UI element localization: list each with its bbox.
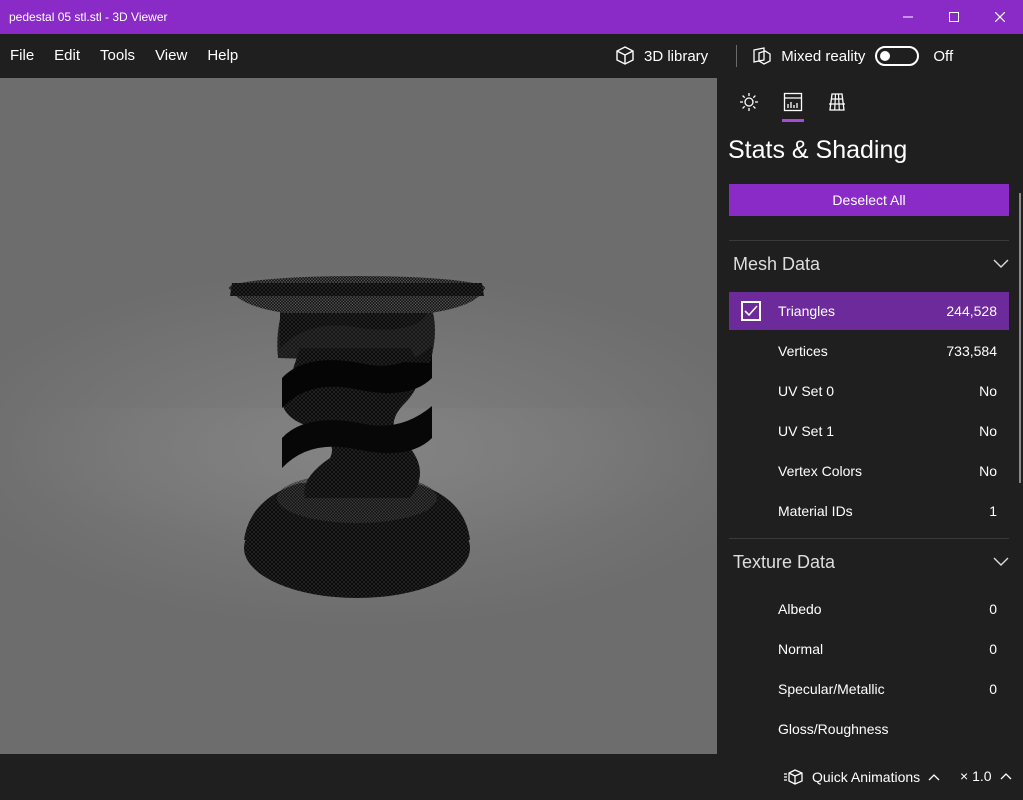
toggle-knob	[880, 51, 891, 61]
row-value: 1	[989, 503, 997, 519]
mixed-reality-toggle[interactable]	[875, 46, 920, 66]
close-icon	[995, 12, 1005, 22]
animation-speed-label: × 1.0	[960, 768, 992, 784]
row-label: Triangles	[778, 303, 836, 319]
3d-viewport[interactable]	[0, 78, 717, 754]
mesh-row-uv-set-1[interactable]: UV Set 1 No	[729, 412, 1009, 450]
menu-tools[interactable]: Tools	[90, 34, 145, 78]
checkbox[interactable]	[741, 301, 761, 321]
mesh-row-triangles[interactable]: Triangles 244,528	[729, 292, 1009, 330]
chevron-down-icon	[993, 259, 1009, 268]
mixed-reality-button[interactable]: Mixed reality	[751, 45, 865, 67]
row-value: 733,584	[946, 343, 997, 359]
row-value: 0	[989, 601, 997, 617]
close-button[interactable]	[977, 0, 1023, 34]
animation-cube-icon	[784, 769, 803, 785]
texture-data-header[interactable]: Texture Data	[733, 547, 1009, 577]
mesh-data-header[interactable]: Mesh Data	[733, 249, 1009, 279]
tab-lighting[interactable]	[727, 88, 771, 124]
pedestal-model	[229, 276, 485, 598]
animation-speed-button[interactable]: × 1.0	[960, 768, 1012, 784]
section-divider	[729, 240, 1009, 241]
mesh-row-material-ids[interactable]: Material IDs 1	[729, 492, 1009, 530]
mesh-row-uv-set-0[interactable]: UV Set 0 No	[729, 372, 1009, 410]
mesh-data-heading: Mesh Data	[733, 253, 821, 274]
menu-file[interactable]: File	[0, 34, 44, 78]
mesh-row-vertex-colors[interactable]: Vertex Colors No	[729, 452, 1009, 490]
maximize-icon	[949, 12, 959, 22]
3d-library-button[interactable]: 3D library	[610, 34, 712, 78]
texture-row-albedo[interactable]: Albedo 0	[729, 590, 1009, 628]
cube-icon	[616, 46, 634, 65]
texture-row-specular-metallic[interactable]: Specular/Metallic 0	[729, 670, 1009, 708]
panel-scrollbar[interactable]	[1019, 193, 1021, 483]
menu-bar: File Edit Tools View Help 3D library Mix…	[0, 34, 1023, 78]
mixed-reality-label: Mixed reality	[781, 47, 866, 65]
sun-icon	[740, 93, 758, 111]
toolbar-separator	[736, 45, 738, 67]
checkmark-icon	[744, 305, 758, 317]
section-divider	[729, 538, 1009, 539]
menu-view[interactable]: View	[145, 34, 197, 78]
deselect-all-button[interactable]: Deselect All	[729, 184, 1009, 216]
row-value: No	[979, 383, 997, 399]
minimize-icon	[903, 16, 913, 18]
row-value: 244,528	[946, 303, 997, 319]
toggle-state-label: Off	[933, 47, 954, 65]
panel-tabs	[727, 88, 859, 124]
row-label: UV Set 0	[778, 383, 835, 399]
tab-grid[interactable]	[815, 88, 859, 124]
menu-edit[interactable]: Edit	[44, 34, 90, 78]
3d-library-label: 3D library	[644, 47, 709, 65]
grid-icon	[829, 93, 845, 111]
title-bar: pedestal 05 stl.stl - 3D Viewer	[0, 0, 1023, 34]
tab-stats[interactable]	[771, 88, 815, 124]
row-label: Vertex Colors	[778, 463, 863, 479]
window-title: pedestal 05 stl.stl - 3D Viewer	[9, 10, 168, 24]
chevron-up-icon	[1000, 773, 1011, 780]
row-value: No	[979, 463, 997, 479]
row-label: Normal	[778, 641, 824, 657]
quick-animations-button[interactable]: Quick Animations	[784, 768, 948, 786]
stats-panel: Stats & Shading Deselect All Mesh Data T…	[717, 78, 1023, 754]
row-label: Albedo	[778, 601, 822, 617]
minimize-button[interactable]	[885, 0, 931, 34]
chevron-up-icon	[928, 774, 940, 781]
texture-row-normal[interactable]: Normal 0	[729, 630, 1009, 668]
mixed-reality-icon	[753, 47, 771, 65]
row-value: No	[979, 423, 997, 439]
panel-title: Stats & Shading	[728, 136, 908, 164]
row-label: UV Set 1	[778, 423, 835, 439]
maximize-button[interactable]	[931, 0, 977, 34]
row-label: Specular/Metallic	[778, 681, 885, 697]
row-label: Vertices	[778, 343, 828, 359]
chevron-down-icon	[993, 557, 1009, 566]
quick-animations-label: Quick Animations	[812, 769, 921, 785]
row-value: 0	[989, 681, 997, 697]
menu-help[interactable]: Help	[197, 34, 248, 78]
mesh-row-vertices[interactable]: Vertices 733,584	[729, 332, 1009, 370]
bottom-bar: Quick Animations × 1.0	[0, 754, 1023, 800]
stats-icon	[783, 92, 803, 112]
row-value: 0	[989, 641, 997, 657]
row-label: Material IDs	[778, 503, 853, 519]
texture-row-gloss-roughness[interactable]: Gloss/Roughness	[729, 710, 1009, 748]
texture-data-heading: Texture Data	[733, 551, 836, 572]
row-label: Gloss/Roughness	[778, 721, 889, 737]
